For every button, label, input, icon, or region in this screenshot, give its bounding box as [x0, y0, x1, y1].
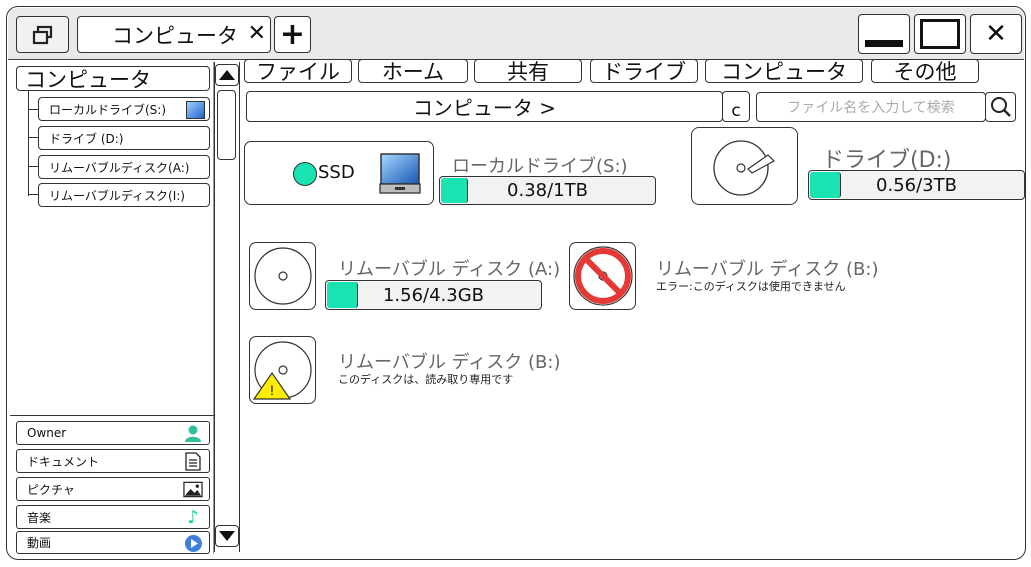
- drive-tile-removable-b-readonly[interactable]: !: [249, 336, 316, 404]
- svg-text:!: !: [270, 382, 274, 398]
- menu-computer-label: コンピュータ: [721, 60, 847, 84]
- ssd-status-dot: [293, 162, 317, 186]
- sidebar-item-label: リムーバブルディスク(I:): [49, 188, 185, 203]
- refresh-button[interactable]: c: [722, 91, 750, 122]
- sidebar-divider: [10, 415, 214, 416]
- search-placeholder: ファイル名を入力して検索: [787, 100, 955, 116]
- scroll-up-button[interactable]: [215, 64, 239, 86]
- scroll-down-button[interactable]: [215, 525, 239, 547]
- sidebar-item-documents[interactable]: ドキュメント: [16, 449, 210, 473]
- search-icon: [990, 97, 1011, 117]
- drive-tile-removable-a[interactable]: [249, 242, 316, 310]
- maximize-button[interactable]: [914, 14, 966, 54]
- video-icon: [183, 534, 203, 552]
- sidebar-item-label: ドライブ (D:): [49, 131, 124, 146]
- tree-connector: [28, 91, 29, 196]
- menu-other[interactable]: その他: [871, 59, 979, 84]
- triangle-up-icon: [219, 70, 235, 80]
- minimize-button[interactable]: [858, 14, 910, 54]
- usage-bar-local-s: 0.38/1TB: [439, 176, 656, 205]
- sidebar-item-pictures[interactable]: ピクチャ: [16, 477, 210, 501]
- address-path: コンピュータ >: [412, 96, 557, 120]
- sidebar-root-computer[interactable]: コンピュータ: [16, 66, 210, 92]
- address-bar[interactable]: コンピュータ >: [246, 91, 723, 122]
- scroll-thumb[interactable]: [217, 90, 236, 160]
- drive-readonly-note: このディスクは、読み取り専用です: [338, 373, 514, 386]
- window-restore-button[interactable]: [16, 16, 69, 53]
- sidebar-item-local-drive-s[interactable]: ローカルドライブ(S:): [38, 97, 210, 121]
- search-input[interactable]: ファイル名を入力して検索: [756, 92, 986, 122]
- sidebar-item-label: 音楽: [27, 510, 52, 525]
- menu-drive-label: ドライブ: [602, 60, 686, 84]
- sidebar-item-owner[interactable]: Owner: [16, 421, 210, 445]
- menu-share-label: 共有: [507, 60, 549, 84]
- document-icon: [183, 451, 203, 471]
- usage-bar-d: 0.56/3TB: [808, 170, 1025, 200]
- maximize-icon: [920, 19, 960, 49]
- triangle-down-icon: [219, 531, 235, 541]
- tab-title: コンピュータ: [112, 23, 238, 48]
- close-icon: ✕: [985, 19, 1007, 49]
- music-icon: ♪: [187, 506, 199, 528]
- sidebar-item-videos[interactable]: 動画: [16, 531, 210, 554]
- computer-drive-icon: [379, 152, 421, 200]
- drive-tile-d[interactable]: [691, 127, 798, 205]
- tree-connector-branch: [28, 137, 38, 138]
- tree-connector-branch: [28, 109, 38, 110]
- menu-home[interactable]: ホーム: [358, 59, 468, 84]
- drive-label-local-s: ローカルドライブ(S:): [452, 156, 628, 177]
- tab-computer[interactable]: コンピュータ ✕: [77, 16, 271, 53]
- sidebar-root-label: コンピュータ: [25, 67, 151, 92]
- ssd-badge: SSD: [318, 162, 355, 183]
- close-window-button[interactable]: ✕: [970, 14, 1022, 54]
- tree-connector-branch: [28, 194, 38, 195]
- drive-label-removable-a: リムーバブル ディスク (A:): [338, 259, 561, 280]
- sidebar-item-removable-i[interactable]: リムーバブルディスク(I:): [38, 183, 210, 207]
- sidebar-item-label: ピクチャ: [27, 482, 75, 497]
- new-tab-button[interactable]: +: [274, 16, 311, 53]
- menu-file[interactable]: ファイル: [244, 59, 352, 84]
- minimize-icon: [865, 39, 903, 47]
- menu-file-label: ファイル: [256, 60, 340, 84]
- search-button[interactable]: [985, 92, 1016, 122]
- menu-home-label: ホーム: [381, 60, 445, 84]
- drive-tile-removable-b-error[interactable]: [569, 242, 636, 310]
- sidebar-item-music[interactable]: 音楽 ♪: [16, 505, 210, 529]
- usage-bar-removable-a: 1.56/4.3GB: [325, 280, 542, 310]
- user-icon: [183, 424, 203, 442]
- restore-icon: [32, 25, 52, 44]
- usage-text: 0.38/1TB: [507, 180, 588, 201]
- drive-error-note: エラー:このディスクは使用できません: [656, 280, 846, 293]
- hard-disk-icon: [712, 140, 775, 196]
- sidebar-item-removable-a[interactable]: リムーバブルディスク(A:): [38, 155, 210, 179]
- menu-share[interactable]: 共有: [474, 59, 582, 84]
- sidebar-item-label: Owner: [27, 426, 67, 440]
- usage-text: 1.56/4.3GB: [382, 284, 485, 306]
- menu-other-label: その他: [893, 60, 957, 84]
- picture-icon: [183, 480, 203, 498]
- usage-text: 0.56/3TB: [876, 174, 957, 196]
- close-tab-icon[interactable]: ✕: [248, 21, 266, 46]
- sidebar-item-label: ローカルドライブ(S:): [49, 102, 167, 117]
- sidebar-item-label: ドキュメント: [27, 454, 100, 469]
- sidebar-item-label: リムーバブルディスク(A:): [49, 160, 190, 175]
- tree-connector-branch: [28, 166, 38, 167]
- plus-icon: +: [279, 16, 306, 52]
- disc-warning-icon: !: [252, 341, 312, 400]
- prohibited-icon: [572, 246, 633, 306]
- drive-tile-local-s[interactable]: SSD: [244, 141, 434, 205]
- refresh-icon: c: [731, 101, 741, 121]
- monitor-icon: [186, 101, 205, 119]
- menu-computer[interactable]: コンピュータ: [705, 59, 863, 84]
- menu-drive[interactable]: ドライブ: [590, 59, 698, 84]
- disc-icon: [253, 247, 312, 305]
- sidebar-item-drive-d[interactable]: ドライブ (D:): [38, 126, 210, 150]
- sidebar-item-label: 動画: [27, 536, 52, 550]
